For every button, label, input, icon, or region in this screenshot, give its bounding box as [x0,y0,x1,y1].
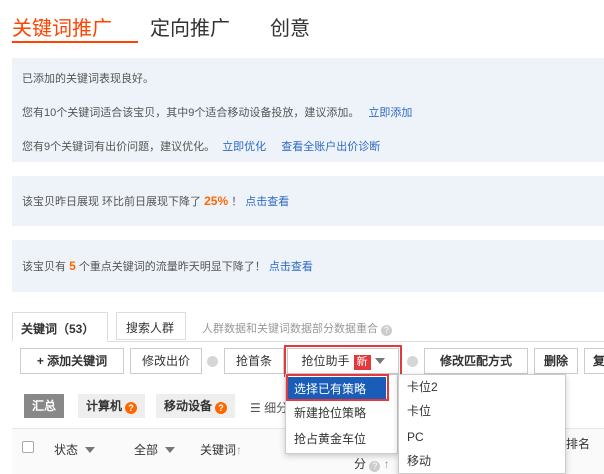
keyword-tab-bar: 关键词（53） 搜索人群 人群数据和关键词数据部分数据重合 ? [12,310,604,342]
impression-drop-percent: 25% [204,194,229,208]
chevron-down-icon [85,447,96,453]
delete-button[interactable]: 删除 [534,348,578,374]
question-icon[interactable]: ? [125,402,138,414]
menu-item-position-2[interactable]: 卡位2 [399,375,559,399]
select-all-checkbox[interactable] [22,441,34,453]
active-tab-underline [12,41,138,43]
filter-computer-label: 计算机 [86,399,123,413]
question-icon[interactable]: ? [369,461,381,472]
tab-search-crowd[interactable]: 搜索人群 [116,312,186,340]
modify-match-label: 修改匹配方式 [439,354,512,368]
col-status-label: 状态 [54,443,79,457]
col-rank[interactable]: 排名 [566,435,590,452]
menu-item-position[interactable]: 卡位 [399,399,559,423]
impression-view-link[interactable]: 点击查看 [245,196,289,208]
segment-control[interactable]: ☰ 细分 [250,399,288,416]
filter-mobile-label: 移动设备 [164,399,213,413]
copy-button[interactable]: 复 [584,348,604,374]
filter-summary[interactable]: 汇总 [24,394,65,418]
sort-icon: ↑ [236,443,243,457]
impression-notice: 该宝贝昨日展现 环比前日展现下降了 25% ！ 点击查看 [12,176,604,226]
notice-line-performance: 已添加的关键词表现良好。 [22,73,154,85]
question-icon[interactable]: ? [215,402,228,414]
modify-bid-button[interactable]: 修改出价 [130,348,202,374]
rank-helper-help-icon[interactable] [407,356,418,367]
menu-item-new-strategy[interactable]: 新建抢位策略 [286,401,396,425]
add-keyword-button[interactable]: + 添加关键词 [20,348,124,374]
keyword-toolbar: + 添加关键词 修改出价 抢首条 抢位助手新 修改匹配方式 删除 复 [12,345,604,377]
traffic-notice-text: 个重点关键词的流量昨天明显下降了！ [78,261,266,273]
tab-keyword-promotion[interactable]: 关键词推广 [12,12,112,41]
tab-creative[interactable]: 创意 [270,12,310,41]
menu-item-mobile[interactable]: 移动 [399,449,559,473]
traffic-keyword-count: 5 [69,259,76,273]
account-bid-diagnosis-link[interactable]: 查看全账户出价诊断 [281,141,380,153]
traffic-notice-line: 该宝贝有 5 个重点关键词的流量昨天明显下降了！ 点击查看 [22,258,313,274]
notice-line-suggest-add: 您有10个关键词适合该宝贝，其中9个适合移动设备投放，建议添加。 立即添加 [22,104,412,120]
col-keyword[interactable]: 关键词↑ [200,441,242,458]
add-now-link[interactable]: 立即添加 [368,107,412,119]
chevron-down-icon [165,447,176,453]
add-keyword-label: + 添加关键词 [36,354,108,368]
col-score-label: 分 [354,457,367,471]
col-all-label: 全部 [134,443,159,457]
copy-label: 复 [593,354,604,368]
impression-notice-exclaim: ！ [231,196,243,208]
notice-line-bid-issue: 您有9个关键词有出价问题，建议优化。 立即优化 查看全账户出价诊断 [22,138,380,154]
filter-mobile[interactable]: 移动设备? [156,394,236,418]
suggest-add-text: 您有10个关键词适合该宝贝，其中9个适合移动设备投放，建议添加。 [22,107,360,119]
keyword-notice-panel: 已添加的关键词表现良好。 您有10个关键词适合该宝贝，其中9个适合移动设备投放，… [12,58,604,162]
delete-label: 删除 [543,354,568,368]
main-tab-bar: 关键词推广 定向推广 创意 [0,0,604,50]
traffic-view-link[interactable]: 点击查看 [269,261,313,273]
modify-match-button[interactable]: 修改匹配方式 [424,348,528,374]
traffic-notice: 该宝贝有 5 个重点关键词的流量昨天明显下降了！ 点击查看 [12,240,604,292]
position-menu: 卡位2 卡位 PC 移动 [398,374,566,474]
crowd-data-note: 人群数据和关键词数据部分数据重合 ? [202,320,393,336]
modify-bid-help-icon[interactable] [207,356,218,367]
col-quality-score[interactable]: 分 ? ↑ [354,455,390,472]
tab-keywords[interactable]: 关键词（53） [12,312,108,342]
bid-issue-text: 您有9个关键词有出价问题，建议优化。 [22,141,216,153]
col-keyword-label: 关键词 [200,443,237,457]
tab-targeted-promotion[interactable]: 定向推广 [150,12,230,41]
traffic-notice-prefix: 该宝贝有 [22,261,66,273]
menu-item-pc[interactable]: PC [399,425,559,449]
grab-first-button[interactable]: 抢首条 [224,348,284,374]
list-icon: ☰ [250,401,261,415]
selected-strategy-highlight [286,374,389,401]
menu-item-golden-position[interactable]: 抢占黄金车位 [286,427,396,451]
col-status[interactable]: 状态 [54,441,96,458]
question-icon[interactable]: ? [381,325,393,336]
impression-notice-text: 该宝贝昨日展现 环比前日展现下降了 [22,196,202,208]
rank-helper-highlight [284,345,402,377]
optimize-now-link[interactable]: 立即优化 [222,141,266,153]
filter-computer[interactable]: 计算机? [78,394,146,418]
sort-icon: ↑ [383,457,390,471]
impression-notice-line: 该宝贝昨日展现 环比前日展现下降了 25% ！ 点击查看 [22,193,289,209]
col-all-filter[interactable]: 全部 [134,441,176,458]
crowd-data-note-text: 人群数据和关键词数据部分数据重合 [202,323,378,335]
